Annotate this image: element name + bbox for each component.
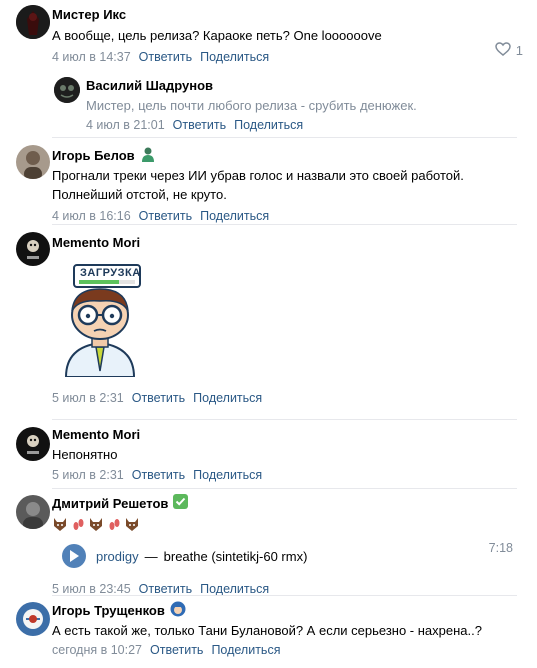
emoji-row <box>52 514 517 534</box>
avatar[interactable] <box>16 232 50 266</box>
captain-emoji-icon <box>170 601 186 620</box>
share-button[interactable]: Поделиться <box>200 209 269 223</box>
reply-button[interactable]: Ответить <box>139 582 192 596</box>
audio-duration: 7:18 <box>488 541 513 555</box>
comment-date[interactable]: 4 июл в 16:16 <box>52 209 131 223</box>
share-button[interactable]: Поделиться <box>211 643 280 657</box>
reply-button[interactable]: Ответить <box>173 118 226 132</box>
reply-button[interactable]: Ответить <box>139 209 192 223</box>
reply-button[interactable]: Ответить <box>150 643 203 657</box>
sticker-label: ЗАГРУЗКА <box>80 267 141 279</box>
comment: Мистер Икс А вообще, цель релиза? Караок… <box>0 0 537 70</box>
avatar[interactable] <box>16 5 50 39</box>
comment-author[interactable]: Игорь Трущенков <box>52 601 517 619</box>
avatar[interactable] <box>54 77 80 103</box>
play-button[interactable] <box>62 544 86 568</box>
comment-text: А есть такой же, только Тани Булановой? … <box>52 623 482 638</box>
audio-artist[interactable]: prodigy <box>96 549 139 564</box>
reply-button[interactable]: Ответить <box>132 391 185 405</box>
avatar[interactable] <box>16 427 50 461</box>
audio-title: breathe (sintetikj-60 rmx) <box>163 548 308 564</box>
comment-text: Прогнали треки через ИИ убрав голос и на… <box>52 168 464 183</box>
comment-meta: 4 июл в 14:37 Ответить Поделиться <box>52 48 517 66</box>
person-emoji-icon <box>140 146 156 165</box>
comment-date[interactable]: 5 июл в 2:31 <box>52 391 124 405</box>
comment-meta: 4 июл в 21:01 Ответить Поделиться <box>86 116 517 134</box>
audio-separator: — <box>144 548 158 564</box>
audio-track[interactable]: prodigy — breathe (sintetikj-60 rmx) <box>62 542 517 570</box>
reply-button[interactable]: Ответить <box>139 50 192 64</box>
comment-author[interactable]: Memento Mori <box>52 233 517 251</box>
comment-author[interactable]: Мистер Икс <box>52 5 517 23</box>
share-button[interactable]: Поделиться <box>200 582 269 596</box>
comment: Memento Mori Непонятно 5 июл в 2:31 Ответ… <box>0 420 537 488</box>
avatar[interactable] <box>16 145 50 179</box>
comment-meta: 5 июл в 2:31 Ответить Поделиться <box>52 466 517 484</box>
share-button[interactable]: Поделиться <box>193 391 262 405</box>
play-icon <box>70 550 79 562</box>
comment-author[interactable]: Дмитрий Решетов <box>52 494 517 512</box>
comment-date[interactable]: 5 июл в 23:45 <box>52 582 131 596</box>
comment-reply: Василий Шадрунов Мистер, цель почти любо… <box>0 70 537 136</box>
comment-text: А вообще, цель релиза? Караоке петь? One… <box>52 28 382 43</box>
share-button[interactable]: Поделиться <box>200 50 269 64</box>
share-button[interactable]: Поделиться <box>193 468 262 482</box>
comment-author[interactable]: Игорь Белов <box>52 146 517 164</box>
comment: Memento Mori 5 июл в 2:31 Ответить Подел… <box>0 225 537 419</box>
comment: Игорь Трущенков А есть такой же, только … <box>0 596 537 668</box>
comment-meta: сегодня в 10:27 Ответить Поделиться <box>52 641 517 659</box>
comment: Дмитрий Решетов prodigy — breathe (sinte… <box>0 489 537 596</box>
footprint-emoji-icon <box>109 519 120 530</box>
wolf-emoji-icon <box>90 518 102 531</box>
wolf-emoji-icon <box>126 518 138 531</box>
footprint-emoji-icon <box>73 519 84 530</box>
comment-meta: 4 июл в 16:16 Ответить Поделиться <box>52 207 517 225</box>
comment-date[interactable]: 5 июл в 2:31 <box>52 468 124 482</box>
comment-author[interactable]: Василий Шадрунов <box>86 76 517 94</box>
comment-text: Непонятно <box>52 447 118 462</box>
wolf-emoji-icon <box>54 518 66 531</box>
heart-icon <box>495 42 511 59</box>
comment-date[interactable]: сегодня в 10:27 <box>52 643 142 657</box>
avatar[interactable] <box>16 602 50 636</box>
comment-date[interactable]: 4 июл в 21:01 <box>86 118 165 132</box>
avatar[interactable] <box>16 495 50 529</box>
like-count: 1 <box>515 43 523 58</box>
comment: Игорь Белов Прогнали треки через ИИ убра… <box>0 138 537 224</box>
comment-text: Полнейший отстой, не круто. <box>52 187 227 202</box>
comment-date[interactable]: 4 июл в 14:37 <box>52 50 131 64</box>
like-button[interactable]: 1 <box>495 42 523 59</box>
share-button[interactable]: Поделиться <box>234 118 303 132</box>
comment-meta: 5 июл в 2:31 Ответить Поделиться <box>52 389 517 407</box>
comment-text: Мистер, цель почти любого релиза - сруби… <box>86 98 417 113</box>
comment-author[interactable]: Memento Mori <box>52 425 517 443</box>
check-mark-icon <box>173 494 189 512</box>
reply-button[interactable]: Ответить <box>132 468 185 482</box>
